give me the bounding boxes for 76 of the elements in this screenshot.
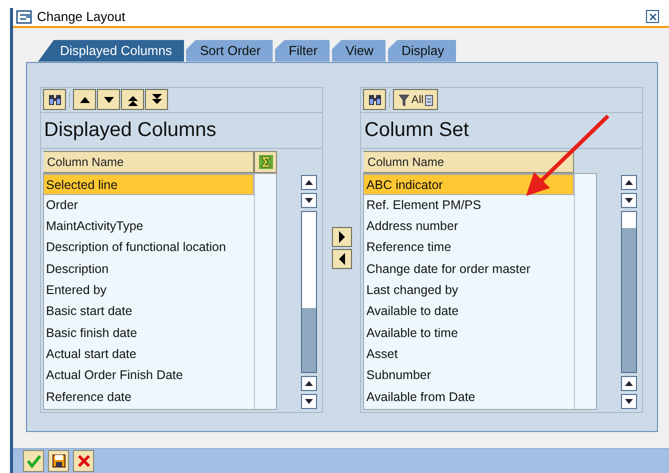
scroll-thumb[interactable] (622, 212, 636, 228)
scrollbar[interactable] (621, 174, 640, 409)
scroll-up-button[interactable] (301, 174, 317, 190)
scrollbar[interactable] (301, 174, 319, 409)
list-row[interactable]: Order (44, 194, 254, 216)
sum-button[interactable] (254, 150, 277, 173)
tab[interactable]: Sort Order (186, 40, 273, 62)
column-header: Column Name (363, 150, 574, 173)
find-button[interactable] (43, 89, 66, 110)
list-row[interactable]: Basic finish date (44, 322, 254, 344)
list-row[interactable]: Reference date (44, 386, 254, 408)
list-row[interactable]: Actual Order Finish Date (44, 365, 254, 387)
clipboard-icon (424, 94, 433, 106)
list-row[interactable]: Subnumber (364, 365, 574, 387)
down-triangle-icon (305, 198, 313, 203)
close-icon (648, 12, 658, 22)
list-row[interactable]: Reference time (364, 237, 574, 259)
list-row[interactable]: Last changed by (364, 280, 574, 302)
right-triangle-icon (338, 230, 346, 243)
up-triangle-icon (305, 180, 313, 185)
scroll-down-button[interactable] (621, 192, 638, 208)
filter-button[interactable]: All (393, 89, 438, 110)
close-button[interactable] (646, 10, 659, 24)
scroll-up-button[interactable] (621, 174, 638, 190)
move-right-button[interactable] (332, 226, 352, 247)
list-row[interactable]: Entered by (44, 280, 254, 302)
down-triangle-icon (625, 198, 634, 203)
checkmark-icon (26, 454, 40, 468)
list-row[interactable]: Available to date (364, 301, 574, 323)
move-up-button[interactable] (73, 89, 96, 110)
list-row[interactable]: Address number (364, 216, 574, 238)
list-row[interactable]: Actual start date (44, 344, 254, 366)
tab[interactable]: Display (388, 40, 456, 62)
panel-title: Column Set (361, 112, 642, 149)
list-row[interactable]: Selected line (44, 174, 254, 195)
list-row[interactable]: ABC indicator (364, 174, 574, 195)
list-row[interactable]: Description (44, 258, 254, 280)
find-button[interactable] (363, 89, 386, 110)
scroll-thumb[interactable] (302, 212, 316, 308)
list-row[interactable]: Basic start date (44, 301, 254, 323)
scroll-down-button[interactable] (621, 394, 638, 409)
column-header: Column Name (43, 150, 254, 173)
tab[interactable]: Filter (274, 40, 330, 62)
down-triangle-icon (625, 398, 634, 404)
window-title: Change Layout (37, 9, 126, 24)
scroll-up-button[interactable] (621, 376, 638, 391)
down-triangle-icon (305, 398, 313, 404)
up-triangle-icon (305, 380, 313, 386)
save-button[interactable] (48, 450, 69, 472)
move-left-button[interactable] (332, 248, 352, 269)
tab[interactable]: Displayed Columns (38, 40, 184, 62)
list-row[interactable]: Available from Date (364, 386, 574, 408)
binoculars-icon (368, 92, 382, 107)
tab[interactable]: View (332, 40, 386, 62)
scroll-down-button[interactable] (301, 192, 317, 208)
list-row[interactable]: Change date for order master (364, 258, 574, 280)
list-row[interactable]: Description of functional location (44, 237, 254, 259)
move-top-button[interactable] (121, 89, 144, 110)
cross-icon (76, 454, 90, 468)
binoculars-icon (48, 92, 62, 107)
panel-title: Displayed Columns (41, 112, 322, 149)
up-triangle-icon (625, 380, 634, 386)
list-row[interactable]: Ref. Element PM/PS (364, 194, 574, 216)
move-down-button[interactable] (97, 89, 120, 110)
sigma-icon (258, 154, 272, 169)
left-triangle-icon (338, 252, 346, 265)
list-row[interactable]: Asset (364, 344, 574, 366)
scroll-up-button[interactable] (301, 376, 317, 391)
scroll-down-button[interactable] (301, 394, 317, 409)
list-row[interactable]: Available to time (364, 322, 574, 344)
up-triangle-icon (625, 180, 634, 185)
cancel-button[interactable] (73, 450, 94, 472)
filter-icon (398, 92, 410, 107)
move-bottom-button[interactable] (145, 89, 168, 110)
double-down-icon (150, 92, 164, 107)
list-row[interactable]: MaintActivityType (44, 216, 254, 238)
